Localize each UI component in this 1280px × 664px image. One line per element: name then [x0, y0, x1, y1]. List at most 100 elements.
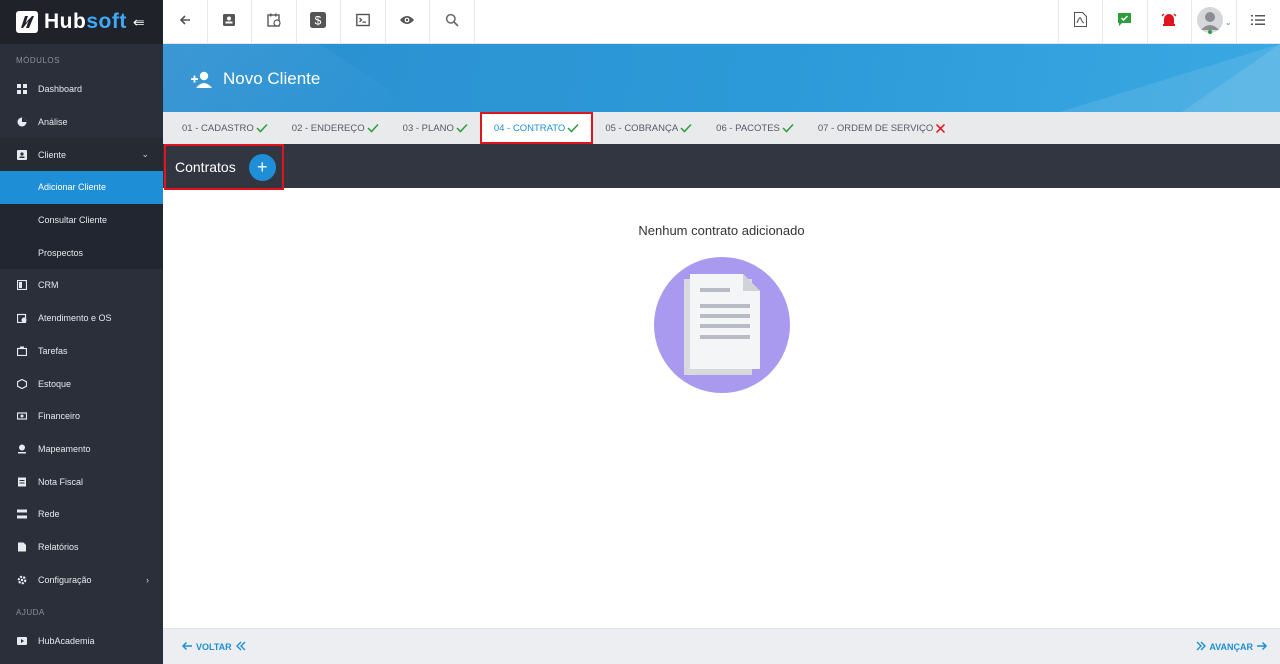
- eye-icon: [399, 13, 415, 31]
- sidebar-item-label: Relatórios: [38, 541, 79, 552]
- chat-button[interactable]: [1102, 0, 1147, 44]
- sidebar-item-label: Nota Fiscal: [38, 476, 84, 487]
- section-label-modules: MÓDULOS: [16, 56, 60, 65]
- play-icon: [16, 635, 28, 647]
- calendar-clock-icon: [16, 312, 28, 324]
- receipt-icon: [16, 476, 28, 488]
- calendar-clock-icon: [267, 13, 281, 32]
- schedule-button[interactable]: [252, 0, 297, 44]
- map-pin-icon: [16, 443, 28, 455]
- finance-button[interactable]: $: [297, 0, 341, 44]
- chevron-down-icon: ⌄: [1224, 17, 1232, 27]
- sidebar-item-crm[interactable]: CRM: [0, 269, 163, 302]
- next-step-button[interactable]: AVANÇAR: [1196, 641, 1268, 653]
- chat-check-icon: [1117, 12, 1132, 32]
- step-cobranca[interactable]: 05 - COBRANÇA: [593, 112, 704, 144]
- dollar-icon: $: [310, 11, 327, 33]
- sidebar-item-cliente[interactable]: Cliente ⌄: [0, 138, 163, 172]
- empty-message: Nenhum contrato adicionado: [638, 223, 805, 238]
- step-contrato[interactable]: 04 - CONTRATO: [479, 112, 594, 144]
- section-bar: Contratos +: [163, 144, 1280, 190]
- cliente-submenu: Adicionar Cliente Consultar Cliente Pros…: [0, 171, 163, 270]
- sidebar-item-dashboard[interactable]: Dashboard: [0, 73, 163, 106]
- sidebar-item-label: Dashboard: [38, 84, 83, 95]
- step-label: 03 - PLANO: [402, 122, 454, 134]
- alarm-bell-icon: [1161, 12, 1177, 32]
- check-icon: [782, 123, 794, 133]
- pdf-button[interactable]: [1057, 0, 1103, 44]
- step-label: 05 - COBRANÇA: [605, 122, 679, 134]
- step-label: 06 - PACOTES: [716, 122, 780, 134]
- sidebar-item-tarefas[interactable]: Tarefas: [0, 335, 163, 368]
- sidebar-item-label: Rede: [38, 509, 60, 520]
- step-pacotes[interactable]: 06 - PACOTES: [704, 112, 806, 144]
- sidebar-item-hubacademia[interactable]: HubAcademia: [0, 625, 163, 658]
- x-icon: [935, 123, 946, 134]
- step-plano[interactable]: 03 - PLANO: [391, 112, 480, 144]
- sidebar-item-label: CRM: [38, 280, 59, 291]
- wizard-footer: VOLTAR AVANÇAR: [163, 628, 1280, 664]
- chevron-down-icon: ⌄: [141, 149, 149, 160]
- step-label: 04 - CONTRATO: [493, 122, 566, 134]
- search-button[interactable]: [430, 0, 475, 44]
- step-cadastro[interactable]: 01 - CADASTRO: [170, 112, 280, 144]
- terminal-button[interactable]: [341, 0, 386, 44]
- sidebar-item-label: Estoque: [38, 378, 72, 389]
- sidebar-item-nota-fiscal[interactable]: Nota Fiscal: [0, 465, 163, 498]
- sidebar: Hubsoft ⇚ MÓDULOS Dashboard Análise Clie…: [0, 0, 163, 664]
- step-endereco[interactable]: 02 - ENDEREÇO: [280, 112, 391, 144]
- sidebar-item-mapeamento[interactable]: Mapeamento: [0, 433, 163, 466]
- sidebar-item-label: Mapeamento: [38, 443, 91, 454]
- avatar: [1196, 6, 1224, 39]
- sidebar-item-consultar-cliente[interactable]: Consultar Cliente: [0, 204, 163, 237]
- section-title: Contratos: [175, 159, 236, 175]
- check-icon: [367, 123, 379, 133]
- back-step-button[interactable]: VOLTAR: [181, 641, 246, 653]
- back-button[interactable]: [163, 0, 208, 44]
- alarm-button[interactable]: [1146, 0, 1192, 44]
- sidebar-item-configuracao[interactable]: Configuração ›: [0, 563, 163, 596]
- gear-icon: [16, 574, 28, 586]
- back-step-label: VOLTAR: [196, 641, 232, 652]
- double-chevron-right-icon: [1196, 641, 1207, 653]
- svg-text:$: $: [315, 13, 322, 27]
- sidebar-item-label: Financeiro: [38, 411, 81, 422]
- tasks-icon: [16, 345, 28, 357]
- crm-board-icon: [16, 279, 28, 291]
- sidebar-item-atendimento[interactable]: Atendimento e OS: [0, 302, 163, 335]
- sidebar-item-financeiro[interactable]: Financeiro: [0, 400, 163, 433]
- client-card-button[interactable]: [208, 0, 252, 44]
- page-header: Novo Cliente: [163, 44, 1280, 112]
- next-step-label: AVANÇAR: [1209, 641, 1253, 652]
- sidebar-item-analise[interactable]: Análise: [0, 106, 163, 139]
- double-chevron-left-icon: [235, 641, 246, 653]
- pie-chart-icon: [16, 116, 28, 128]
- step-label: 07 - ORDEM DE SERVIÇO: [817, 122, 934, 134]
- add-user-icon: [191, 70, 213, 88]
- box-icon: [16, 378, 28, 390]
- view-button[interactable]: [386, 0, 430, 44]
- topbar: $ ⌄: [163, 0, 1280, 44]
- menu-button[interactable]: [1235, 0, 1280, 44]
- contracts-header: Contratos +: [164, 144, 284, 190]
- check-icon: [256, 123, 268, 133]
- brand: Hubsoft ⇚: [0, 0, 163, 44]
- page-title: Novo Cliente: [191, 69, 320, 89]
- sidebar-item-rede[interactable]: Rede: [0, 498, 163, 531]
- search-icon: [445, 13, 459, 32]
- page-title-text: Novo Cliente: [223, 69, 321, 88]
- sidebar-item-adicionar-cliente[interactable]: Adicionar Cliente: [0, 171, 163, 204]
- sidebar-item-label: Cliente: [38, 149, 67, 160]
- sidebar-item-label: Adicionar Cliente: [38, 182, 107, 193]
- collapse-sidebar-icon[interactable]: ⇚: [133, 14, 145, 31]
- sidebar-item-label: Prospectos: [38, 247, 84, 258]
- sidebar-item-label: Configuração: [38, 574, 92, 585]
- money-icon: [16, 410, 28, 422]
- step-label: 01 - CADASTRO: [182, 122, 254, 134]
- sidebar-item-estoque[interactable]: Estoque: [0, 367, 163, 400]
- user-menu-button[interactable]: ⌄: [1191, 0, 1236, 44]
- sidebar-item-relatorios[interactable]: Relatórios: [0, 531, 163, 564]
- sidebar-item-prospectos[interactable]: Prospectos: [0, 236, 163, 269]
- step-ordem-servico[interactable]: 07 - ORDEM DE SERVIÇO: [806, 112, 958, 144]
- add-contract-button[interactable]: +: [248, 153, 276, 181]
